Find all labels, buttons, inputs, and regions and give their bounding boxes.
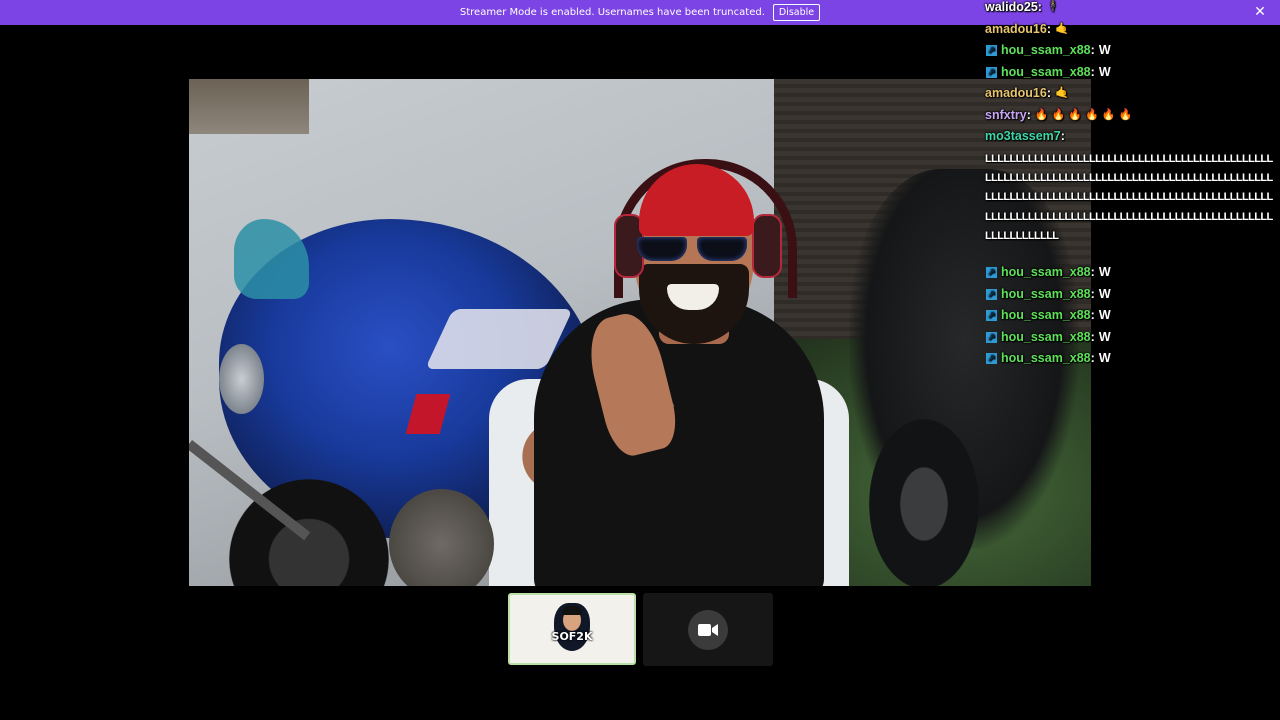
- chat-message: ↗ hou_ssam_x88 : W: [985, 43, 1280, 65]
- video-wall-stain: [189, 79, 309, 134]
- chat-text: W: [1098, 329, 1111, 344]
- prime-badge-icon: ↗: [986, 66, 997, 78]
- chat-text: W: [1098, 286, 1111, 301]
- camera-icon: [688, 609, 728, 650]
- channel-logo-icon: SOF2K: [550, 603, 594, 655]
- chat-separator: :: [1046, 21, 1052, 36]
- chat-text: W: [1098, 265, 1111, 279]
- chat-message: mo3tassem7 :: [985, 129, 1280, 147]
- chat-spam-text: LLLLLLLLLLLLLLLLLLLLLLLLLLLLLLLLLLLLLLLL…: [985, 153, 1273, 242]
- channel-logo-text: SOF2K: [551, 630, 593, 643]
- chat-message: ↗ hou_ssam_x88 : W: [985, 65, 1280, 87]
- prime-badge-icon: ↗: [986, 331, 997, 343]
- sunglasses: [637, 237, 747, 263]
- chat-text: W: [1098, 308, 1111, 322]
- chat-username[interactable]: hou_ssam_x88: [1001, 287, 1091, 302]
- headset-right-cup: [752, 214, 782, 278]
- chat-username[interactable]: mo3tassem7: [985, 129, 1061, 144]
- prime-badge-icon: ↗: [986, 353, 997, 364]
- chat-separator: :: [1090, 286, 1095, 301]
- emote-icon: 🤙: [1055, 22, 1069, 35]
- chat-message: snfxtry : 🔥 🔥 🔥 🔥 🔥 🔥: [985, 108, 1280, 130]
- motorcycle-headlight: [219, 344, 264, 414]
- chat-message: ↗ hou_ssam_x88 : W: [985, 308, 1280, 330]
- chat-separator: :: [1026, 107, 1031, 122]
- emote-icon: 🤙: [1055, 87, 1069, 99]
- prime-badge-icon: ↗: [986, 267, 997, 278]
- chat-text: W: [1098, 43, 1111, 57]
- disable-streamer-mode-button[interactable]: Disable: [772, 4, 821, 21]
- chat-message: ↗ hou_ssam_x88 : W: [985, 265, 1280, 287]
- streamer-mode-message: Streamer Mode is enabled. Usernames have…: [459, 7, 765, 18]
- chat-separator: :: [1090, 329, 1095, 344]
- chat-separator: :: [1090, 308, 1095, 322]
- chat-username[interactable]: hou_ssam_x88: [1001, 43, 1091, 58]
- prime-badge-icon: ↗: [986, 288, 997, 300]
- chat-overlay: walido25 : 🕴 amadou16 : 🤙 ↗ hou_ssam_x88…: [985, 0, 1280, 373]
- chat-message: walido25 : 🕴: [985, 0, 1280, 22]
- chat-message: ↗ hou_ssam_x88 : W: [985, 351, 1280, 373]
- chat-username[interactable]: hou_ssam_x88: [1001, 65, 1091, 80]
- chat-username[interactable]: hou_ssam_x88: [1001, 308, 1091, 323]
- chat-text: W: [1098, 351, 1111, 365]
- scooter-wheel: [869, 419, 979, 586]
- chat-username[interactable]: hou_ssam_x88: [1001, 351, 1091, 366]
- chat-message: ↗ hou_ssam_x88 : W: [985, 287, 1280, 309]
- chat-separator: :: [1037, 0, 1042, 14]
- chat-separator: :: [1090, 265, 1095, 279]
- chat-message: amadou16 : 🤙: [985, 86, 1280, 108]
- chat-message: ↗ hou_ssam_x88 : W: [985, 330, 1280, 352]
- chat-separator: :: [1090, 351, 1095, 365]
- chat-username[interactable]: amadou16: [985, 86, 1047, 101]
- chat-username[interactable]: snfxtry: [985, 108, 1027, 123]
- chat-text: W: [1098, 64, 1111, 79]
- chat-separator: :: [1090, 43, 1095, 57]
- prime-badge-icon: ↗: [986, 45, 997, 56]
- chat-username[interactable]: hou_ssam_x88: [1001, 330, 1091, 345]
- chat-message: amadou16 : 🤙: [985, 22, 1280, 44]
- emote-icon: 🕴: [1045, 1, 1060, 13]
- prime-badge-icon: ↗: [986, 310, 997, 321]
- emote-icon: 🔥 🔥 🔥 🔥 🔥 🔥: [1034, 108, 1133, 121]
- chat-username[interactable]: amadou16: [985, 22, 1047, 37]
- chat-separator: :: [1060, 129, 1065, 143]
- chat-separator: :: [1090, 64, 1095, 79]
- stream-source-thumbnail-active[interactable]: SOF2K: [508, 593, 636, 665]
- chat-username[interactable]: walido25: [985, 0, 1038, 15]
- chat-separator: :: [1046, 86, 1052, 100]
- stream-source-thumbnail-camera[interactable]: [643, 593, 773, 666]
- chat-username[interactable]: hou_ssam_x88: [1001, 265, 1091, 280]
- stream-video[interactable]: [189, 79, 1091, 586]
